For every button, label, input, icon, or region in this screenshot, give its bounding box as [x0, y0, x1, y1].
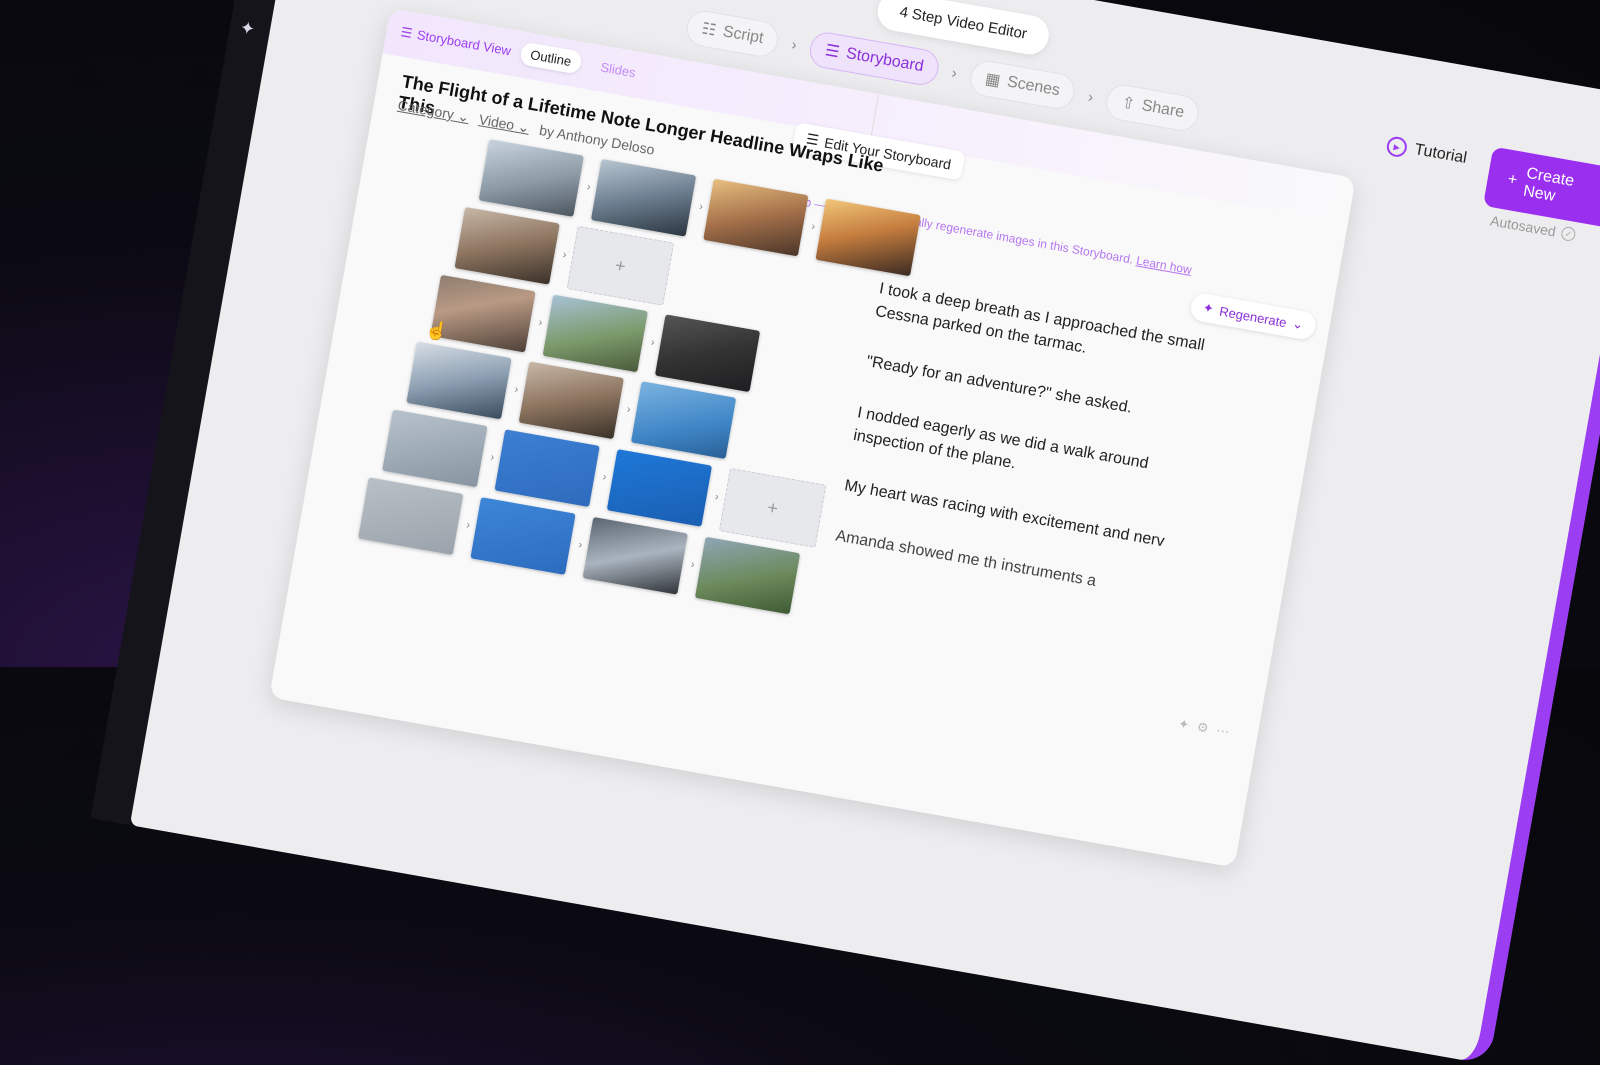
- sparkle-icon[interactable]: ✦: [1177, 716, 1190, 734]
- pointer-cursor-icon: ☝: [423, 319, 450, 343]
- arrow-icon: ›: [625, 403, 632, 416]
- chevron-right-icon: ›: [790, 35, 799, 54]
- regenerate-label: Regenerate: [1218, 303, 1288, 330]
- arrow-icon: ›: [537, 316, 544, 330]
- plus-icon: +: [1506, 170, 1519, 190]
- scene-thumbnail[interactable]: ›: [590, 158, 704, 237]
- scene-thumbnail[interactable]: [654, 314, 761, 393]
- chevron-right-icon: ›: [1086, 88, 1095, 106]
- scene-thumbnail[interactable]: ›: [406, 341, 519, 420]
- step-label: Scenes: [1005, 73, 1062, 100]
- settings-icon[interactable]: ⚙: [1196, 719, 1210, 737]
- arrow-icon: ›: [513, 383, 520, 396]
- share-icon: ⇧: [1120, 94, 1137, 114]
- learn-how-link[interactable]: Learn how: [1135, 253, 1193, 277]
- tutorial-label: Tutorial: [1413, 141, 1469, 167]
- step-scenes[interactable]: ▦ Scenes: [967, 57, 1078, 112]
- scene-thumbnail[interactable]: ›: [606, 449, 720, 527]
- scene-thumbnail[interactable]: ›: [358, 477, 471, 556]
- arrow-icon: ›: [810, 220, 817, 233]
- sparkle-icon: ✦: [1201, 299, 1216, 317]
- arrow-icon: ›: [561, 248, 568, 262]
- arrow-icon: ›: [714, 490, 720, 504]
- paragraph-tools: ✦ ⚙ ⋯: [1177, 716, 1230, 741]
- sparkle-icon[interactable]: ✦: [238, 17, 256, 40]
- step-label: Script: [721, 23, 765, 48]
- play-icon: ▶: [1385, 135, 1409, 159]
- step-share[interactable]: ⇧ Share: [1103, 82, 1202, 134]
- scene-thumbnail[interactable]: [694, 536, 801, 615]
- step-storyboard[interactable]: ☰ Storyboard: [807, 29, 942, 88]
- step-label: Share: [1140, 97, 1186, 122]
- app-screen: 4 Step Video Editor ☷ Script › ☰ Storybo…: [129, 0, 1600, 1065]
- plus-icon: +: [613, 254, 628, 277]
- step-script[interactable]: ☷ Script: [683, 8, 782, 60]
- script-icon: ☷: [700, 20, 718, 40]
- scene-thumbnail[interactable]: ›: [494, 429, 607, 508]
- scenes-icon: ▦: [983, 70, 1002, 90]
- arrow-icon: ›: [585, 180, 592, 194]
- chevron-down-icon: ⌄: [1291, 315, 1305, 333]
- scene-thumbnail[interactable]: ›: [382, 409, 495, 488]
- scene-thumbnail[interactable]: ›: [470, 497, 583, 575]
- create-new-label: Create New: [1521, 164, 1576, 205]
- more-icon[interactable]: ⋯: [1215, 722, 1230, 740]
- scene-thumbnail[interactable]: ›: [542, 294, 656, 373]
- chevron-right-icon: ›: [950, 64, 959, 82]
- scene-thumbnail[interactable]: [630, 381, 737, 459]
- storyboard-view-icon: ☰: [399, 23, 414, 41]
- scene-thumbnail[interactable]: [815, 198, 921, 277]
- scene-thumbnail[interactable]: ›: [454, 206, 567, 285]
- arrow-icon: ›: [489, 451, 496, 464]
- arrow-icon: ›: [698, 200, 704, 214]
- arrow-icon: ›: [601, 471, 608, 484]
- tablet-device: 🏆 ✦ 4 Step Video Editor ☷ Script › ☰ Sto…: [90, 0, 1600, 1065]
- arrow-icon: ›: [577, 538, 584, 552]
- scene-thumbnail[interactable]: ›: [478, 139, 592, 217]
- arrow-icon: ›: [465, 519, 472, 532]
- regenerate-button[interactable]: ✦ Regenerate ⌄: [1188, 291, 1318, 342]
- check-icon: ✓: [1560, 225, 1577, 243]
- step-label: Storyboard: [844, 44, 925, 76]
- story-text: I took a deep breath as I approached the…: [829, 277, 1206, 632]
- plus-icon: +: [765, 496, 780, 519]
- arrow-icon: ›: [649, 336, 656, 349]
- add-scene-button[interactable]: +: [718, 467, 827, 548]
- tutorial-link[interactable]: ▶ Tutorial: [1385, 135, 1468, 169]
- storyboard-icon: ☰: [823, 42, 841, 62]
- scene-thumbnail[interactable]: ›: [582, 516, 696, 595]
- storyboard-card: ☰ Storyboard View Outline Slides ☰ Edit …: [269, 7, 1356, 868]
- scene-thumbnail[interactable]: ›: [703, 178, 816, 257]
- arrow-icon: ›: [689, 558, 696, 572]
- scene-thumbnail[interactable]: ›: [430, 274, 543, 353]
- scene-thumbnail[interactable]: ›: [518, 361, 632, 440]
- add-scene-button[interactable]: +: [566, 225, 675, 306]
